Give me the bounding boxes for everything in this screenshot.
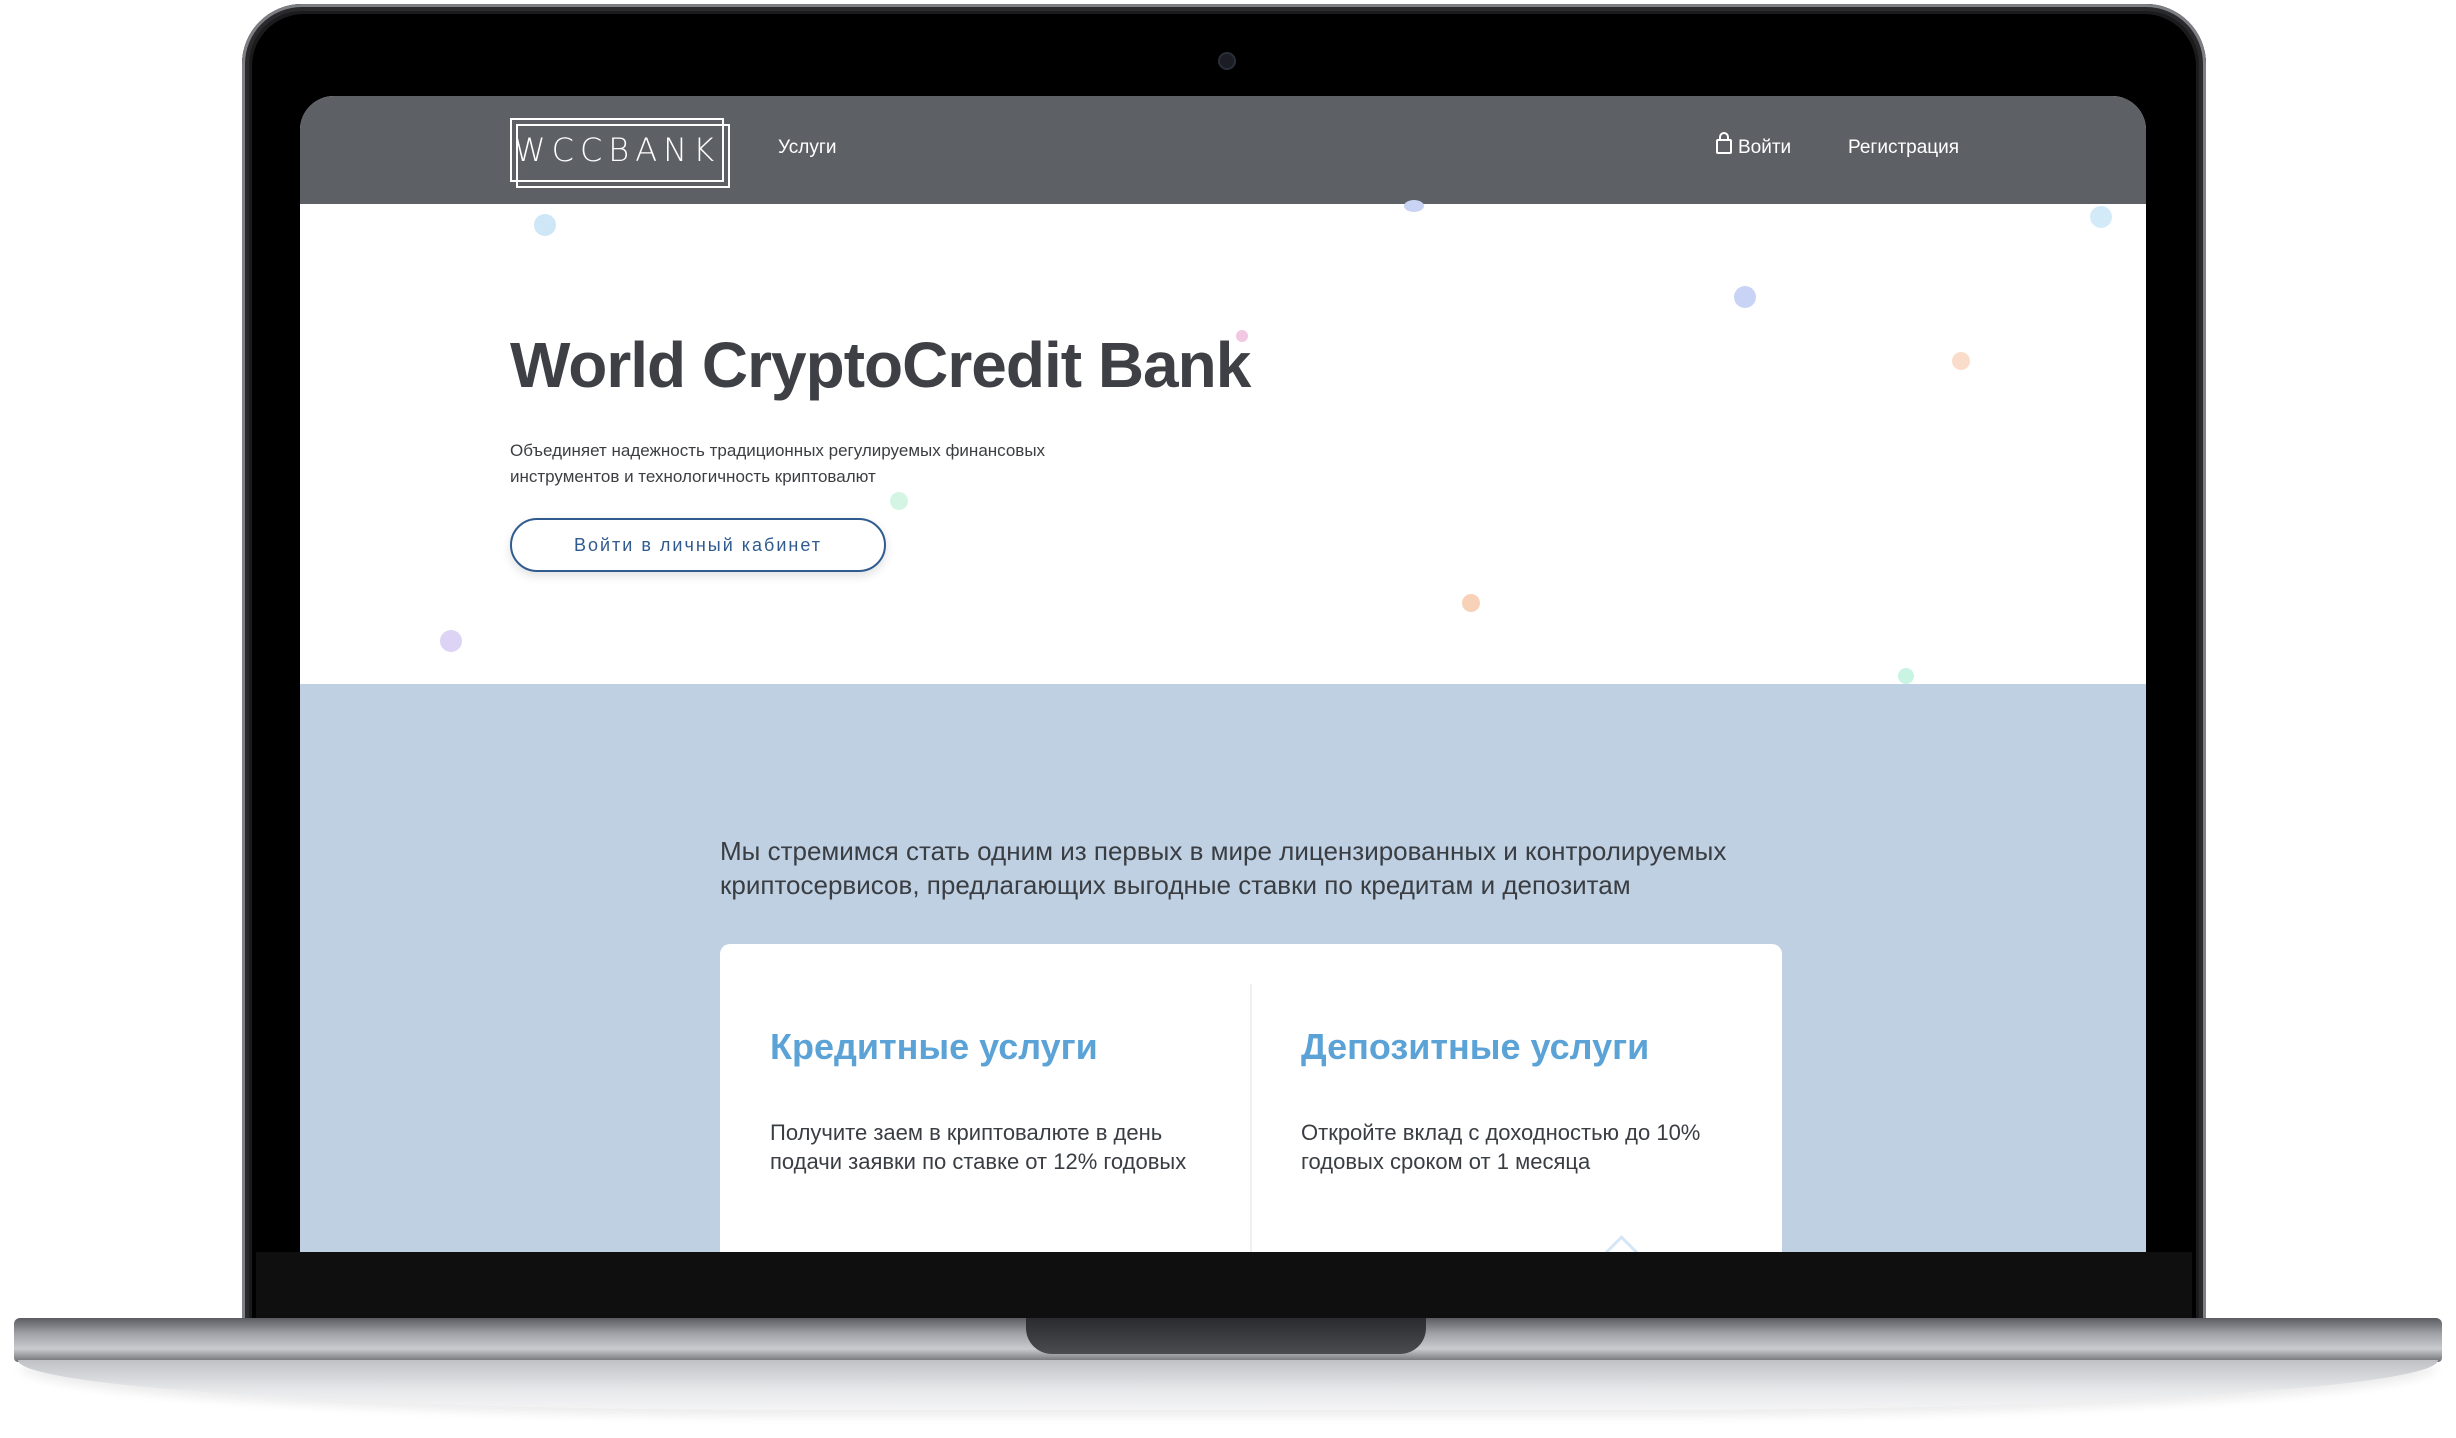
decor-dot bbox=[534, 214, 556, 236]
hero-title: World CryptoCredit Bank bbox=[510, 329, 1251, 401]
credit-services-text: Получите заем в криптовалюте в день пода… bbox=[770, 1120, 1187, 1174]
decor-dot bbox=[1898, 668, 1914, 684]
logo-text: WCCBANK bbox=[513, 131, 721, 169]
decor-dot bbox=[1462, 594, 1480, 612]
decor-dot bbox=[890, 492, 908, 510]
services-card: Кредитные услуги Получите заем в криптов… bbox=[720, 944, 1782, 1252]
camera-icon bbox=[1218, 52, 1236, 70]
decor-dot bbox=[440, 630, 462, 652]
nav-login-label: Войти bbox=[1738, 137, 1792, 158]
logo[interactable]: WCCBANK bbox=[510, 118, 730, 188]
deposit-services-title[interactable]: Депозитные услуги bbox=[1301, 1026, 1649, 1068]
laptop-notch bbox=[1026, 1318, 1426, 1354]
hero-description: Объединяет надежность традиционных регул… bbox=[510, 441, 1046, 486]
screen: WCCBANK Услуги Войти Регистрация World C… bbox=[300, 96, 2146, 1252]
deposit-illustration-icon bbox=[1591, 1235, 1652, 1252]
nav-services-link[interactable]: Услуги bbox=[778, 136, 836, 160]
laptop-base-lip bbox=[18, 1360, 2438, 1410]
mission-text: Мы стремимся стать одним из первых в мир… bbox=[720, 836, 1727, 900]
nav-register-link[interactable]: Регистрация bbox=[1848, 136, 1959, 160]
cabinet-login-button[interactable]: Войти в личный кабинет bbox=[510, 518, 886, 572]
nav-login-link[interactable]: Войти bbox=[1716, 132, 1792, 160]
decor-dot bbox=[1734, 286, 1756, 308]
decor-dot bbox=[1952, 352, 1970, 370]
decor-dot bbox=[2090, 206, 2112, 228]
credit-services-title[interactable]: Кредитные услуги bbox=[770, 1026, 1098, 1068]
deposit-services-text: Откройте вклад с доходностью до 10% годо… bbox=[1301, 1120, 1701, 1174]
laptop-chin bbox=[256, 1252, 2192, 1318]
lock-icon bbox=[1716, 132, 1732, 154]
decor-dot bbox=[1404, 200, 1424, 212]
services-divider bbox=[1250, 984, 1252, 1252]
top-nav: WCCBANK Услуги Войти Регистрация bbox=[300, 96, 2146, 204]
